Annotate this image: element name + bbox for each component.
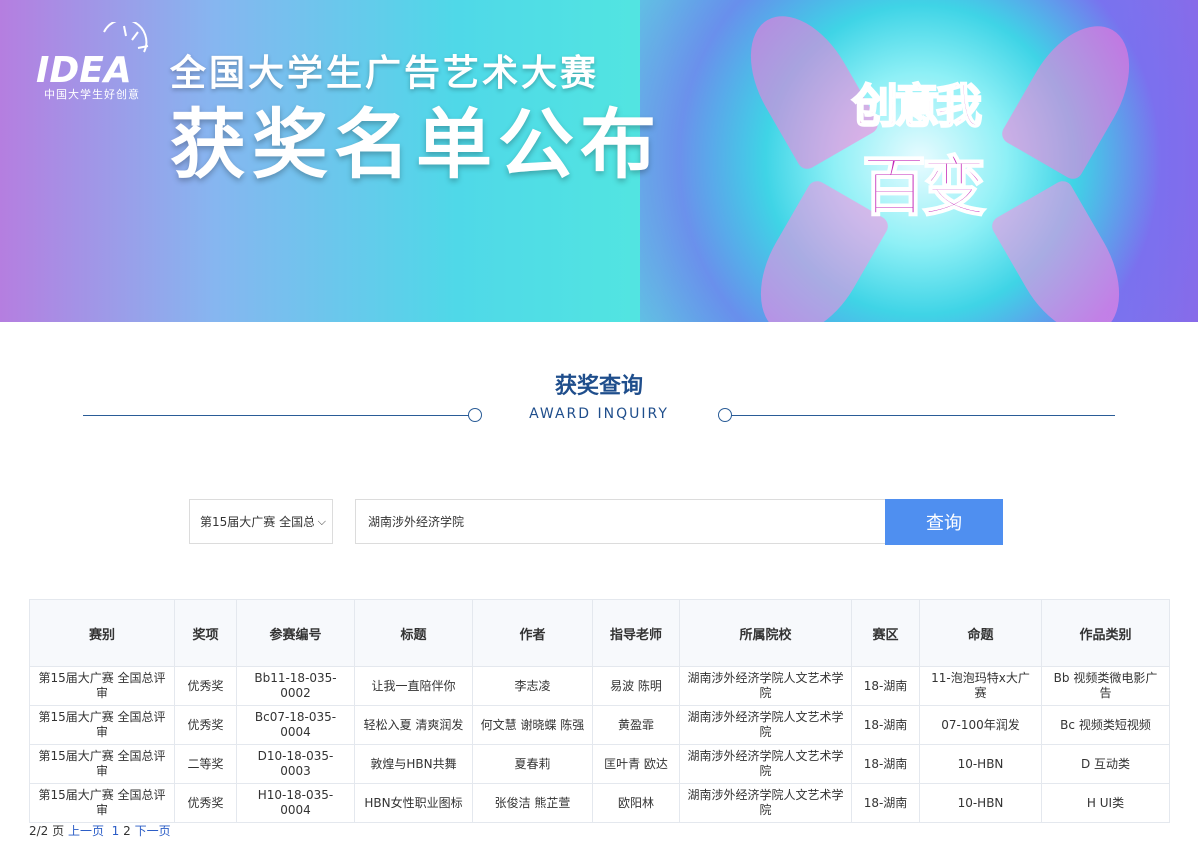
svg-text:IDEA: IDEA [36,50,132,91]
table-cell: 易波 陈明 [592,666,680,706]
table-row: 第15届大广赛 全国总评审 优秀奖 Bc07-18-035-0004 轻松入夏 … [29,705,1170,745]
competition-select-value: 第15届大广赛 全国总评审 [200,515,314,529]
school-search-input[interactable]: 湖南涉外经济学院 [355,499,886,544]
table-cell: 第15届大广赛 全国总评审 [29,705,175,745]
column-header: 赛区 [851,599,920,667]
table-cell: 湖南涉外经济学院人文艺术学院 [679,666,852,706]
table-cell: 优秀奖 [174,705,237,745]
competition-select[interactable]: 第15届大广赛 全国总评审 ⌵ [189,499,333,544]
table-cell: Bb11-18-035-0002 [236,666,355,706]
section-subtitle: AWARD INQUIRY [529,406,669,422]
page-info: 2/2 页 [29,824,65,838]
table-cell: 第15届大广赛 全国总评审 [29,666,175,706]
table-cell: 18-湖南 [851,666,920,706]
table-cell: 湖南涉外经济学院人文艺术学院 [679,744,852,784]
table-cell: Bc07-18-035-0004 [236,705,355,745]
table-cell: 让我一直陪伴你 [354,666,473,706]
table-cell: 10-HBN [919,783,1042,823]
slogan-graphic: 创意我 百变 [848,70,1018,228]
awards-table: 赛别 奖项 参赛编号 标题 作者 指导老师 所属院校 赛区 命题 作品类别 第1… [29,599,1170,823]
column-header: 参赛编号 [236,599,355,667]
table-cell: 第15届大广赛 全国总评审 [29,783,175,823]
table-cell: 何文慧 谢晓蝶 陈强 [472,705,593,745]
table-cell: Bb 视频类微电影广告 [1041,666,1170,706]
column-header: 作品类别 [1041,599,1170,667]
table-cell: H10-18-035-0004 [236,783,355,823]
column-header: 所属院校 [679,599,852,667]
search-button[interactable]: 查询 [885,499,1003,545]
table-cell: H UI类 [1041,783,1170,823]
table-cell: 第15届大广赛 全国总评审 [29,744,175,784]
table-cell: 优秀奖 [174,783,237,823]
column-header: 赛别 [29,599,175,667]
table-cell: 黄盈霏 [592,705,680,745]
table-cell: 敦煌与HBN共舞 [354,744,473,784]
table-row: 第15届大广赛 全国总评审 二等奖 D10-18-035-0003 敦煌与HBN… [29,744,1170,784]
table-cell: 湖南涉外经济学院人文艺术学院 [679,783,852,823]
table-cell: 二等奖 [174,744,237,784]
table-cell: D10-18-035-0003 [236,744,355,784]
banner-title: 全国大学生广告艺术大赛 [170,53,600,94]
table-cell: 欧阳林 [592,783,680,823]
table-cell: 湖南涉外经济学院人文艺术学院 [679,705,852,745]
table-cell: Bc 视频类短视频 [1041,705,1170,745]
table-cell: HBN女性职业图标 [354,783,473,823]
table-header-row: 赛别 奖项 参赛编号 标题 作者 指导老师 所属院校 赛区 命题 作品类别 [29,599,1170,667]
section-title: 获奖查询 [554,374,643,399]
next-page-link[interactable]: 下一页 [135,824,171,838]
chevron-down-icon: ⌵ [317,514,326,528]
column-header: 奖项 [174,599,237,667]
banner: IDEA 中国大学生好创意 全国大学生广告艺术大赛 获奖名单公布 创意我 百变 [0,0,1198,322]
page-current-2: 2 [123,824,131,838]
logo-tagline: 中国大学生好创意 [44,88,140,101]
column-header: 指导老师 [592,599,680,667]
pagination: 2/2 页 上一页 1 2 下一页 [29,822,171,839]
column-header: 标题 [354,599,473,667]
slogan-line-2: 百变 [861,150,987,226]
table-cell: 张俊洁 熊芷萱 [472,783,593,823]
prev-page-link[interactable]: 上一页 [68,824,104,838]
table-cell: 11-泡泡玛特x大广赛 [919,666,1042,706]
page-link-1[interactable]: 1 [112,824,120,838]
table-cell: 18-湖南 [851,705,920,745]
column-header: 作者 [472,599,593,667]
banner-subtitle: 获奖名单公布 [170,100,662,189]
slogan-line-1: 创意我 [851,78,983,134]
table-cell: 07-100年润发 [919,705,1042,745]
table-cell: 李志凌 [472,666,593,706]
column-header: 命题 [919,599,1042,667]
table-cell: 匡叶青 欧达 [592,744,680,784]
table-cell: 轻松入夏 清爽润发 [354,705,473,745]
divider-right [731,415,1115,416]
divider-circle-right [718,408,732,422]
table-cell: 18-湖南 [851,744,920,784]
table-cell: 10-HBN [919,744,1042,784]
table-cell: 18-湖南 [851,783,920,823]
table-cell: D 互动类 [1041,744,1170,784]
table-cell: 优秀奖 [174,666,237,706]
divider-circle-left [468,408,482,422]
table-row: 第15届大广赛 全国总评审 优秀奖 H10-18-035-0004 HBN女性职… [29,783,1170,823]
divider-left [83,415,469,416]
table-cell: 夏春莉 [472,744,593,784]
table-row: 第15届大广赛 全国总评审 优秀奖 Bb11-18-035-0002 让我一直陪… [29,666,1170,706]
